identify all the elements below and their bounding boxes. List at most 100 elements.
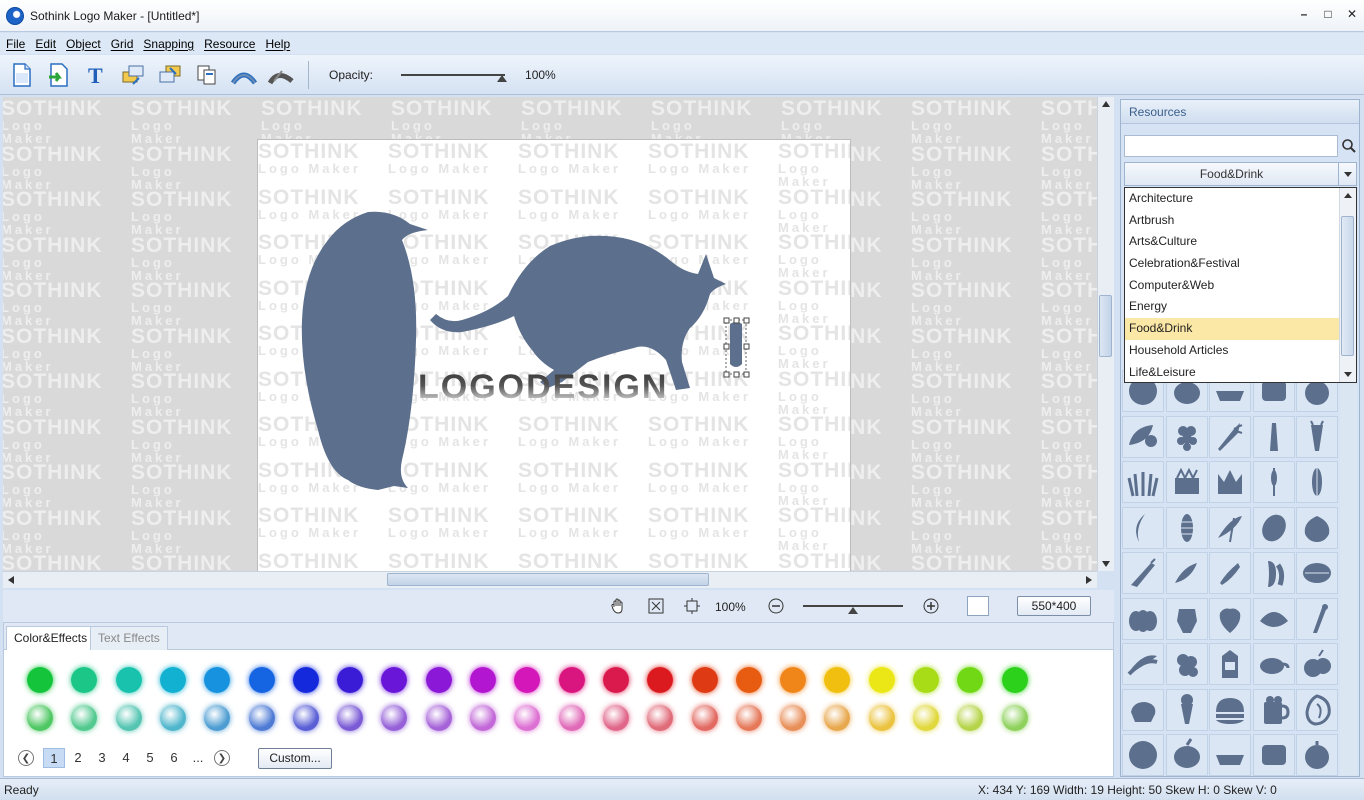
color-swatch[interactable] — [868, 667, 895, 693]
category-list-item[interactable]: Artbrush — [1125, 210, 1339, 232]
category-list-item[interactable]: Life&Leisure — [1125, 362, 1339, 384]
resource-icon[interactable] — [1165, 506, 1208, 549]
scroll-left-arrow-icon[interactable] — [8, 576, 14, 584]
menu-grid[interactable]: Grid — [111, 37, 134, 51]
text-tool-icon[interactable]: T — [82, 61, 110, 89]
background-color-swatch[interactable] — [967, 596, 989, 616]
tab-text-effects[interactable]: Text Effects — [90, 626, 168, 650]
resource-icon[interactable] — [1296, 688, 1338, 731]
category-list-item[interactable]: Arts&Culture — [1125, 231, 1339, 253]
resource-icon[interactable] — [1209, 734, 1251, 776]
page-6[interactable]: 6 — [163, 748, 185, 768]
color-swatch[interactable] — [691, 667, 718, 693]
color-swatch[interactable] — [204, 667, 231, 693]
resource-icon[interactable] — [1165, 552, 1208, 594]
resource-icon[interactable] — [1122, 688, 1164, 731]
scroll-right-arrow-icon[interactable] — [1086, 576, 1092, 584]
color-swatch[interactable] — [1001, 667, 1028, 693]
scroll-down-arrow-icon[interactable] — [1102, 561, 1110, 567]
color-swatch[interactable] — [602, 705, 629, 731]
resource-icon[interactable] — [1252, 552, 1295, 594]
category-list-item[interactable]: Food&Drink — [1125, 318, 1339, 340]
color-swatch[interactable] — [425, 667, 452, 693]
color-swatch[interactable] — [780, 667, 807, 693]
artboard[interactable]: SOTHINK Logo Maker SOTHINK Logo Maker SOTHIN… — [257, 139, 851, 571]
page-5[interactable]: 5 — [139, 748, 161, 768]
resource-grid-scrollbar[interactable] — [1340, 383, 1357, 775]
resource-icon[interactable] — [1122, 461, 1164, 503]
resource-icon[interactable] — [1122, 734, 1164, 776]
page-4[interactable]: 4 — [115, 748, 137, 768]
category-list-item[interactable]: Energy — [1125, 296, 1339, 318]
color-swatch[interactable] — [1001, 705, 1028, 731]
canvas-area[interactable]: SOTHINK Logo Maker SOTHINK Logo Maker SOTHIN… — [3, 97, 1097, 571]
color-swatch[interactable] — [780, 705, 807, 731]
bend-up-icon[interactable] — [230, 61, 258, 89]
list-scroll-up-icon[interactable] — [1344, 193, 1352, 198]
color-swatch[interactable] — [957, 667, 984, 693]
color-swatch[interactable] — [381, 705, 408, 731]
canvas-vscroll-thumb[interactable] — [1099, 295, 1112, 357]
opacity-slider-thumb[interactable] — [497, 74, 508, 82]
resource-icon[interactable] — [1122, 506, 1164, 549]
category-list-item[interactable]: Celebration&Festival — [1125, 253, 1339, 275]
color-swatch[interactable] — [735, 705, 762, 731]
color-swatch[interactable] — [868, 705, 895, 731]
color-swatch[interactable] — [248, 705, 275, 731]
canvas-hscroll-thumb[interactable] — [387, 573, 709, 586]
resource-icon[interactable] — [1252, 506, 1295, 549]
resource-icon[interactable] — [1296, 552, 1338, 594]
color-swatch[interactable] — [514, 667, 541, 693]
logo-text[interactable]: LOGODESIGN — [418, 368, 668, 407]
color-swatch[interactable] — [735, 667, 762, 693]
scroll-up-arrow-icon[interactable] — [1102, 101, 1110, 107]
actual-size-icon[interactable] — [684, 598, 700, 614]
color-swatch[interactable] — [824, 667, 851, 693]
menu-snapping[interactable]: Snapping — [143, 37, 194, 51]
resource-icon[interactable] — [1296, 506, 1338, 549]
resource-search-input[interactable] — [1124, 135, 1338, 157]
page-1[interactable]: 1 — [43, 748, 65, 768]
category-list-item[interactable]: Household Articles — [1125, 340, 1339, 362]
color-swatch[interactable] — [558, 705, 585, 731]
resource-icon[interactable] — [1296, 734, 1338, 776]
color-swatch[interactable] — [27, 705, 53, 731]
resource-icon[interactable] — [1122, 552, 1164, 594]
resource-icon[interactable] — [1122, 643, 1164, 685]
color-swatch[interactable] — [71, 705, 98, 731]
menu-resource[interactable]: Resource — [204, 37, 255, 51]
maximize-button[interactable]: □ — [1320, 6, 1336, 22]
penguin-shape[interactable] — [298, 210, 438, 500]
color-swatch[interactable] — [913, 667, 939, 693]
color-swatch[interactable] — [337, 705, 364, 731]
send-back-icon[interactable] — [156, 61, 184, 89]
canvas-size-button[interactable]: 550*400 — [1017, 596, 1091, 616]
color-swatch[interactable] — [470, 667, 496, 693]
color-swatch[interactable] — [514, 705, 541, 731]
category-list-scrollbar[interactable] — [1339, 188, 1356, 382]
resource-icon[interactable] — [1209, 461, 1251, 503]
color-swatch[interactable] — [381, 667, 408, 693]
resource-icon[interactable] — [1296, 597, 1338, 640]
resource-icon[interactable] — [1165, 734, 1208, 776]
page-2[interactable]: 2 — [67, 748, 89, 768]
fit-page-icon[interactable] — [648, 598, 664, 614]
resource-icon[interactable] — [1165, 643, 1208, 685]
menu-file[interactable]: File — [6, 37, 25, 51]
category-list[interactable]: Architecture Artbrush Arts&Culture Celebrat… — [1124, 187, 1357, 383]
color-swatch[interactable] — [957, 705, 984, 731]
menu-object[interactable]: Object — [66, 37, 101, 51]
resource-icon[interactable] — [1165, 597, 1208, 640]
menu-edit[interactable]: Edit — [35, 37, 56, 51]
resource-icon[interactable] — [1209, 597, 1251, 640]
hand-tool-icon[interactable] — [610, 598, 626, 614]
color-swatch[interactable] — [27, 667, 53, 693]
zoom-slider[interactable] — [803, 605, 903, 614]
next-page-icon[interactable]: ❯ — [214, 750, 230, 766]
resource-icon[interactable] — [1209, 643, 1251, 685]
color-swatch[interactable] — [248, 667, 275, 693]
open-file-icon[interactable] — [45, 61, 73, 89]
close-button[interactable]: ✕ — [1344, 6, 1360, 22]
category-dropdown[interactable]: Food&Drink — [1124, 162, 1357, 186]
color-swatch[interactable] — [71, 667, 98, 693]
